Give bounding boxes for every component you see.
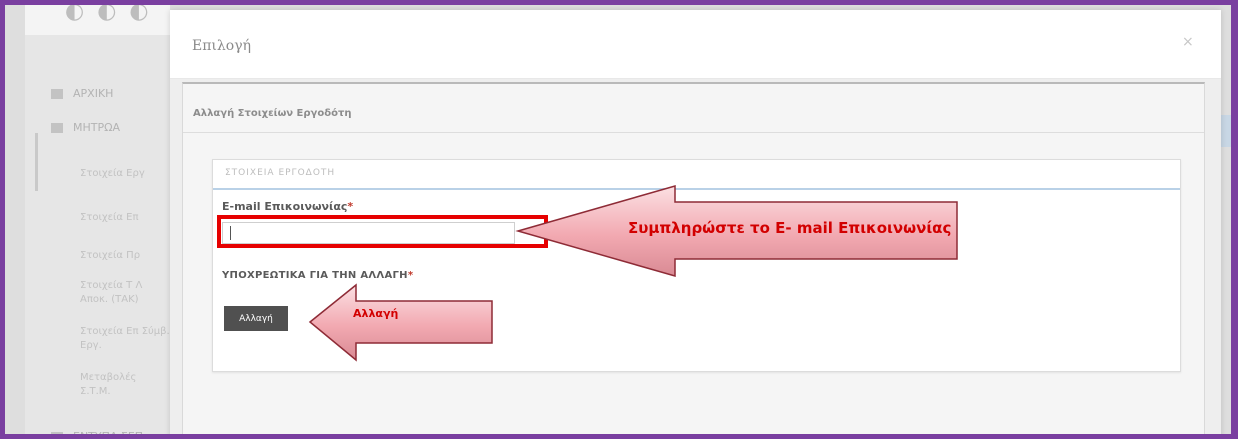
email-hint-text: Συμπληρώστε το E- mail Επικοινωνίας: [628, 219, 952, 237]
screenshot-frame: ◐ ◐ ◐ ΑΡΧΙΚΗ ΜΗΤΡΩΑ Στοιχεία Εργ Στοιχεί…: [0, 0, 1238, 439]
button-hint-text: Αλλαγή: [353, 307, 399, 320]
button-arrow-icon: [308, 283, 493, 362]
annotation-overlay: [308, 185, 958, 362]
